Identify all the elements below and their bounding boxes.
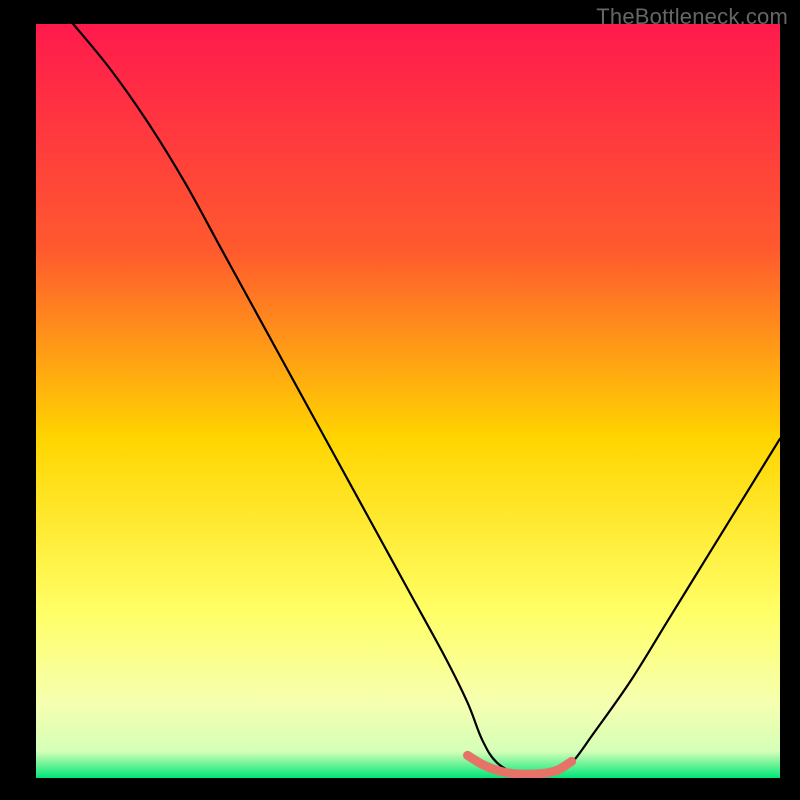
bottleneck-chart: TheBottleneck.com <box>0 0 800 800</box>
chart-svg <box>0 0 800 800</box>
watermark-text: TheBottleneck.com <box>596 4 788 30</box>
plot-background <box>36 24 780 778</box>
